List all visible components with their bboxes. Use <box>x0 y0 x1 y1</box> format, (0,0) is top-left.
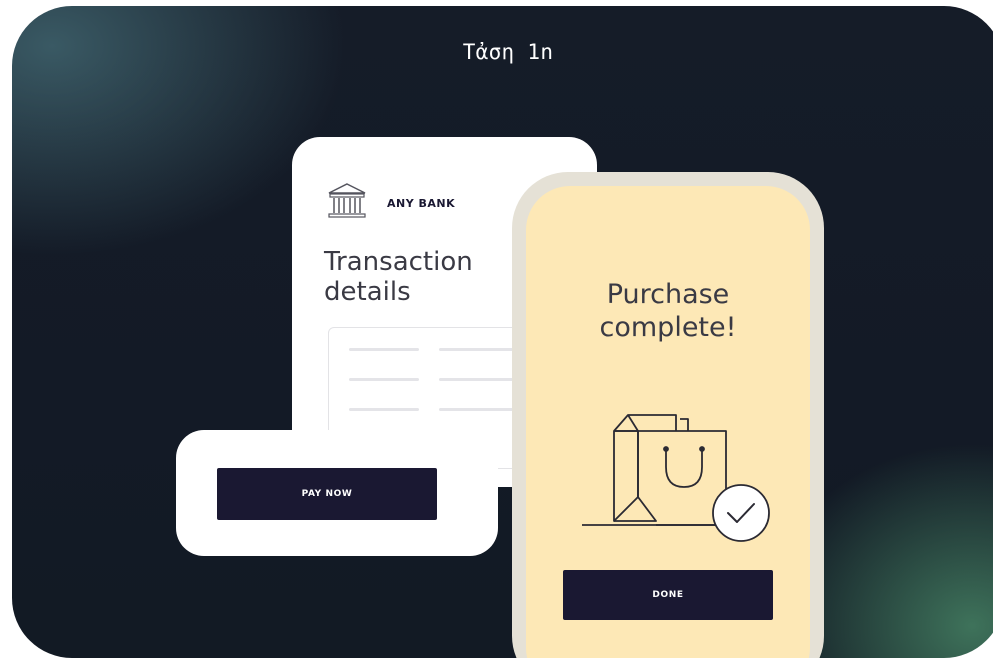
bank-icon <box>328 183 366 218</box>
pay-card: PAY NOW <box>176 430 498 556</box>
page-title: Tἀση 1n <box>462 40 554 64</box>
title-line-1: Transaction <box>324 247 473 277</box>
phone-frame: Purchase complete! DONE <box>512 172 824 658</box>
done-button[interactable]: DONE <box>563 570 773 620</box>
transaction-details-title: Transaction details <box>324 247 524 307</box>
checkmark-icon <box>712 484 770 542</box>
phone-screen: Purchase complete! DONE <box>526 186 810 658</box>
shopping-bag-icon <box>582 414 770 542</box>
bank-name: ANY BANK <box>387 197 456 210</box>
title-line-2: details <box>324 277 411 307</box>
phone-title-line-1: Purchase <box>606 279 730 310</box>
pay-now-button[interactable]: PAY NOW <box>217 468 437 520</box>
hero-illustration: Tἀση 1n ANY BANK Transaction details PAY… <box>12 6 993 658</box>
purchase-complete-title: Purchase complete! <box>526 278 810 344</box>
phone-title-line-2: complete! <box>599 312 737 343</box>
detail-placeholder-line <box>349 378 419 381</box>
detail-placeholder-line <box>349 408 419 411</box>
detail-placeholder-line <box>349 348 419 351</box>
